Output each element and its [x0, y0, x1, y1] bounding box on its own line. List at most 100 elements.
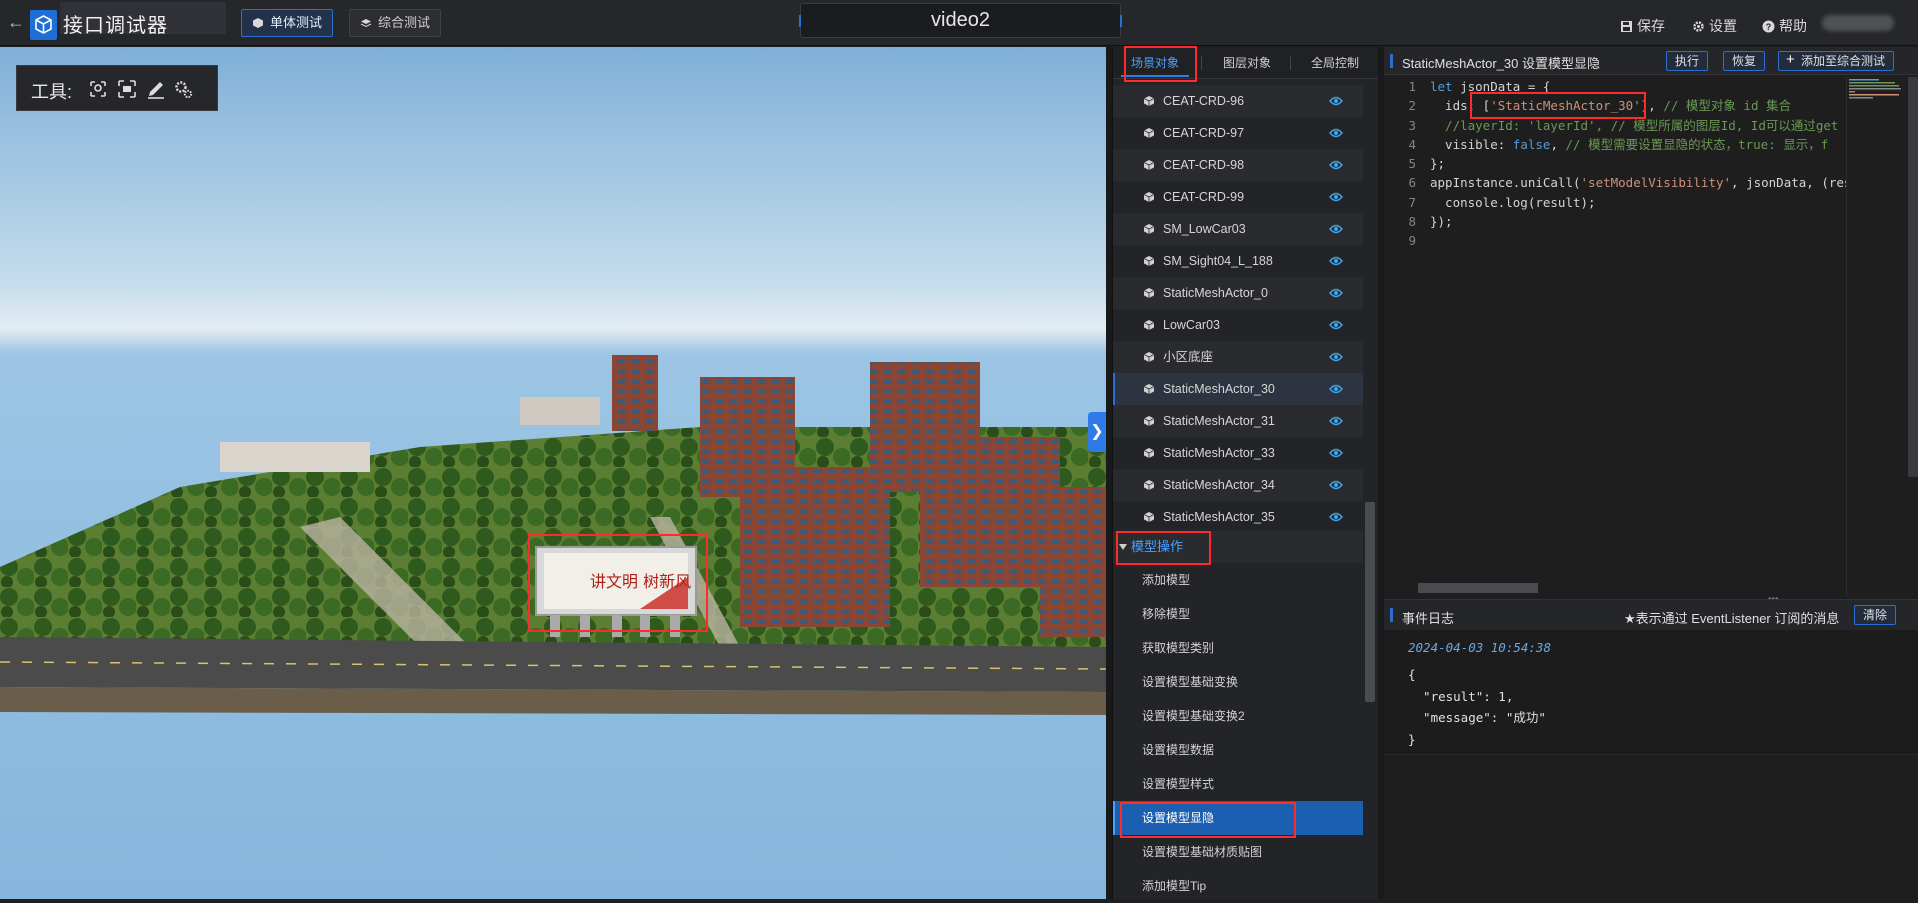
scene-object-row[interactable]: StaticMeshActor_35	[1113, 501, 1363, 533]
video-title: video2	[799, 3, 1122, 38]
eye-visible-icon[interactable]	[1329, 96, 1343, 106]
log-timestamp: 2024-04-03 10:54:38	[1408, 640, 1551, 655]
scene-object-row[interactable]: StaticMeshActor_0	[1113, 277, 1363, 309]
code-line: 7 console.log(result);	[1384, 193, 1840, 212]
save-icon	[1621, 21, 1632, 32]
code-horizontal-scrollbar[interactable]	[1418, 583, 1538, 593]
scene-viewport[interactable]: 讲文明 树新风 工具: ❯	[0, 47, 1106, 899]
model-operation-item[interactable]: 设置模型数据	[1113, 733, 1363, 767]
code-editor-panel: StaticMeshActor_30 设置模型显隐 执行 恢复 + 添加至综合测试…	[1384, 47, 1918, 599]
caret-down-icon	[1119, 544, 1127, 550]
help-button[interactable]: ? 帮助	[1762, 16, 1807, 36]
code-token: });	[1430, 214, 1453, 230]
cube-icon	[1143, 352, 1155, 362]
cube-icon	[1143, 160, 1155, 170]
scene-object-label: SM_LowCar03	[1163, 222, 1246, 236]
scene-object-panel: 场景对象 图层对象 全局控制 CEAT-CRD-96 CEAT-CRD-97 CEA…	[1112, 47, 1379, 899]
scene-object-row[interactable]: CEAT-CRD-96	[1113, 85, 1363, 117]
tab-global-control[interactable]: 全局控制	[1293, 47, 1377, 79]
tab-divider	[1290, 56, 1291, 70]
layers-icon	[360, 19, 372, 28]
eye-visible-icon[interactable]	[1329, 512, 1343, 522]
app-logo-icon	[30, 10, 57, 40]
list-scrollbar[interactable]	[1365, 502, 1375, 702]
model-operation-item[interactable]: 设置模型基础变换	[1113, 665, 1363, 699]
scene-object-row[interactable]: 小区底座	[1113, 341, 1363, 373]
line-number: 9	[1408, 233, 1416, 249]
cube-icon	[1143, 384, 1155, 394]
eye-visible-icon[interactable]	[1329, 448, 1343, 458]
clear-log-button[interactable]: 清除	[1854, 605, 1897, 625]
settings-gears-icon[interactable]	[173, 78, 195, 100]
save-button[interactable]: 保存	[1620, 16, 1665, 36]
scene-object-row[interactable]: CEAT-CRD-97	[1113, 117, 1363, 149]
scene-object-row[interactable]: CEAT-CRD-99	[1113, 181, 1363, 213]
scene-object-row[interactable]: SM_Sight04_L_188	[1113, 245, 1363, 277]
line-number: 3	[1408, 117, 1416, 133]
model-operation-item[interactable]: 设置模型基础材质贴图	[1113, 835, 1363, 869]
collapse-panel-chevron-icon[interactable]: ❯	[1088, 412, 1106, 452]
scene-object-label: StaticMeshActor_31	[1163, 414, 1275, 428]
scene-object-row[interactable]: StaticMeshActor_31	[1113, 405, 1363, 437]
eye-visible-icon[interactable]	[1329, 288, 1343, 298]
scene-object-label: StaticMeshActor_30	[1163, 382, 1275, 396]
eye-visible-icon[interactable]	[1329, 128, 1343, 138]
back-arrow-icon[interactable]: ←	[6, 12, 26, 32]
model-operation-item[interactable]: 添加模型Tip	[1113, 869, 1363, 903]
model-operation-item[interactable]: 获取模型类别	[1113, 631, 1363, 665]
draw-pen-icon[interactable]	[145, 78, 167, 100]
scene-object-row[interactable]: StaticMeshActor_30	[1113, 373, 1363, 405]
tab-scene-objects[interactable]: 场景对象	[1113, 47, 1197, 79]
run-button[interactable]: 执行	[1666, 51, 1709, 71]
code-token: // 模型需要设置显隐的状态，true: 显示，f	[1565, 136, 1829, 152]
eye-visible-icon[interactable]	[1329, 320, 1343, 330]
scene-object-row[interactable]: CEAT-CRD-98	[1113, 149, 1363, 181]
code-line: 9	[1384, 231, 1840, 250]
plus-icon: +	[1786, 51, 1795, 68]
line-number: 6	[1408, 175, 1416, 191]
cube-icon	[1143, 128, 1155, 138]
eye-visible-icon[interactable]	[1329, 224, 1343, 234]
eye-visible-icon[interactable]	[1329, 384, 1343, 394]
tab-layer-objects[interactable]: 图层对象	[1205, 47, 1289, 79]
eye-visible-icon[interactable]	[1329, 480, 1343, 490]
line-number: 1	[1408, 79, 1416, 94]
code-token: visible:	[1430, 136, 1513, 152]
eye-visible-icon[interactable]	[1329, 160, 1343, 170]
restore-button[interactable]: 恢复	[1723, 51, 1766, 71]
app-title: 接口调试器	[63, 15, 168, 37]
code-editor[interactable]: 1 let jsonData = {2 ids: ['StaticMeshActo…	[1384, 77, 1851, 591]
model-operation-item[interactable]: 移除模型	[1113, 597, 1363, 631]
event-log-body: 2024-04-03 10:54:38 { "result": 1, "mess…	[1384, 630, 1918, 755]
eye-visible-icon[interactable]	[1329, 192, 1343, 202]
model-operations-group-header[interactable]: 模型操作	[1113, 531, 1363, 563]
user-avatar[interactable]	[1822, 15, 1894, 31]
tab-single-test[interactable]: 单体测试	[241, 9, 334, 37]
cube-icon	[1143, 224, 1155, 234]
cube-icon	[1143, 256, 1155, 266]
eye-visible-icon[interactable]	[1329, 352, 1343, 362]
code-token: ids: [	[1430, 98, 1491, 114]
code-title: StaticMeshActor_30 设置模型显隐	[1402, 56, 1600, 71]
model-operation-item[interactable]: 设置模型样式	[1113, 767, 1363, 801]
model-operation-item[interactable]: 设置模型显隐	[1113, 801, 1363, 835]
model-operation-item[interactable]: 添加模型	[1113, 563, 1363, 597]
help-icon: ?	[1762, 20, 1775, 33]
code-vertical-scrollbar[interactable]	[1908, 77, 1918, 477]
scene-object-row[interactable]: StaticMeshActor_34	[1113, 469, 1363, 501]
scene-object-row[interactable]: StaticMeshActor_33	[1113, 437, 1363, 469]
settings-button[interactable]: 设置	[1692, 16, 1737, 36]
location-pick-icon[interactable]	[87, 78, 109, 100]
code-token: ,	[1550, 136, 1566, 152]
tab-combined-test[interactable]: 综合测试	[349, 9, 442, 37]
code-token: console.log(result);	[1430, 194, 1596, 210]
scene-object-row[interactable]: SM_LowCar03	[1113, 213, 1363, 245]
add-to-combined-button[interactable]: + 添加至综合测试	[1778, 51, 1895, 71]
scene-object-row[interactable]: LowCar03	[1113, 309, 1363, 341]
eye-visible-icon[interactable]	[1329, 416, 1343, 426]
frame-select-icon[interactable]	[116, 78, 138, 100]
code-minimap[interactable]	[1846, 77, 1906, 597]
model-operation-item[interactable]: 设置模型基础变换2	[1113, 699, 1363, 733]
code-line: 6 appInstance.uniCall('setModelVisibility…	[1384, 173, 1851, 192]
eye-visible-icon[interactable]	[1329, 256, 1343, 266]
